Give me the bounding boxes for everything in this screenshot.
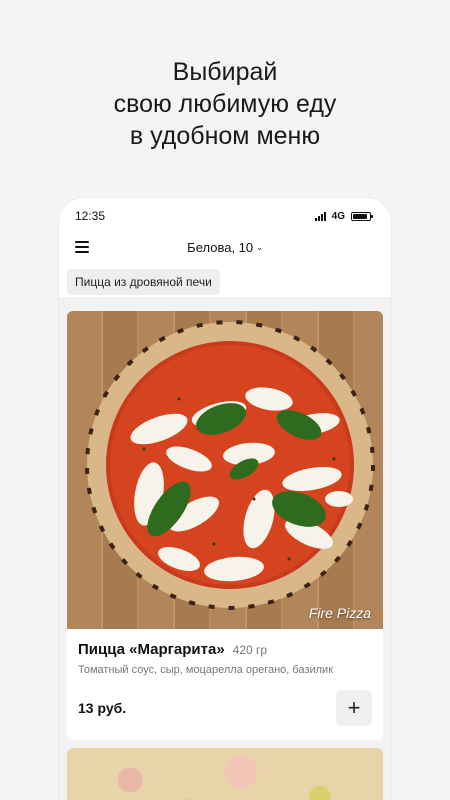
- address-label: Белова, 10: [187, 239, 254, 255]
- product-price: 13 руб.: [78, 700, 127, 716]
- chevron-down-icon: ⌄: [256, 242, 263, 252]
- status-time: 12:35: [75, 209, 106, 223]
- status-indicators: 4G: [314, 210, 373, 222]
- promo-title: Выбирай свою любимую еду в удобном меню: [0, 56, 450, 152]
- battery-level: [353, 213, 367, 219]
- promo-line-2: свою любимую еду: [113, 90, 337, 118]
- product-image: Fire Pizza: [67, 311, 383, 629]
- category-chip[interactable]: Пицца из дровяной печи: [67, 269, 220, 295]
- product-title-row: Пицца «Маргарита» 420 гр: [78, 641, 372, 658]
- product-info: Пицца «Маргарита» 420 гр Томатный соус, …: [67, 629, 383, 740]
- promo-line-1: Выбирай: [172, 58, 278, 86]
- product-feed: Fire Pizza Пицца «Маргарита» 420 гр Тома…: [59, 303, 391, 800]
- product-weight: 420 гр: [232, 643, 268, 657]
- battery-icon: [351, 211, 373, 221]
- product-card-next[interactable]: [67, 748, 383, 800]
- price-row: 13 руб. +: [78, 690, 372, 726]
- promo-line-3: в удобном меню: [129, 122, 321, 150]
- pizza-illustration: [85, 320, 375, 610]
- app-header: Белова, 10 ⌄: [59, 234, 391, 260]
- image-watermark: Fire Pizza: [308, 605, 371, 621]
- address-selector[interactable]: Белова, 10 ⌄: [187, 240, 263, 255]
- phone-frame: 12:35 4G Белова, 10 ⌄ Пицца из дровяной …: [58, 197, 392, 800]
- product-image-next: [67, 748, 383, 800]
- category-bar: Пицца из дровяной печи: [59, 260, 391, 303]
- network-type: 4G: [331, 210, 345, 222]
- address-wrap: Белова, 10 ⌄: [59, 240, 391, 255]
- status-bar: 12:35 4G: [59, 198, 391, 234]
- add-to-cart-button[interactable]: +: [336, 690, 372, 726]
- product-name: Пицца «Маргарита»: [78, 641, 225, 658]
- product-card[interactable]: Fire Pizza Пицца «Маргарита» 420 гр Тома…: [67, 311, 383, 740]
- plus-icon: +: [347, 695, 361, 720]
- hamburger-menu-icon[interactable]: [75, 241, 89, 253]
- product-description: Томатный соус, сыр, моцарелла орегано, б…: [78, 664, 334, 676]
- signal-icon: [314, 211, 326, 221]
